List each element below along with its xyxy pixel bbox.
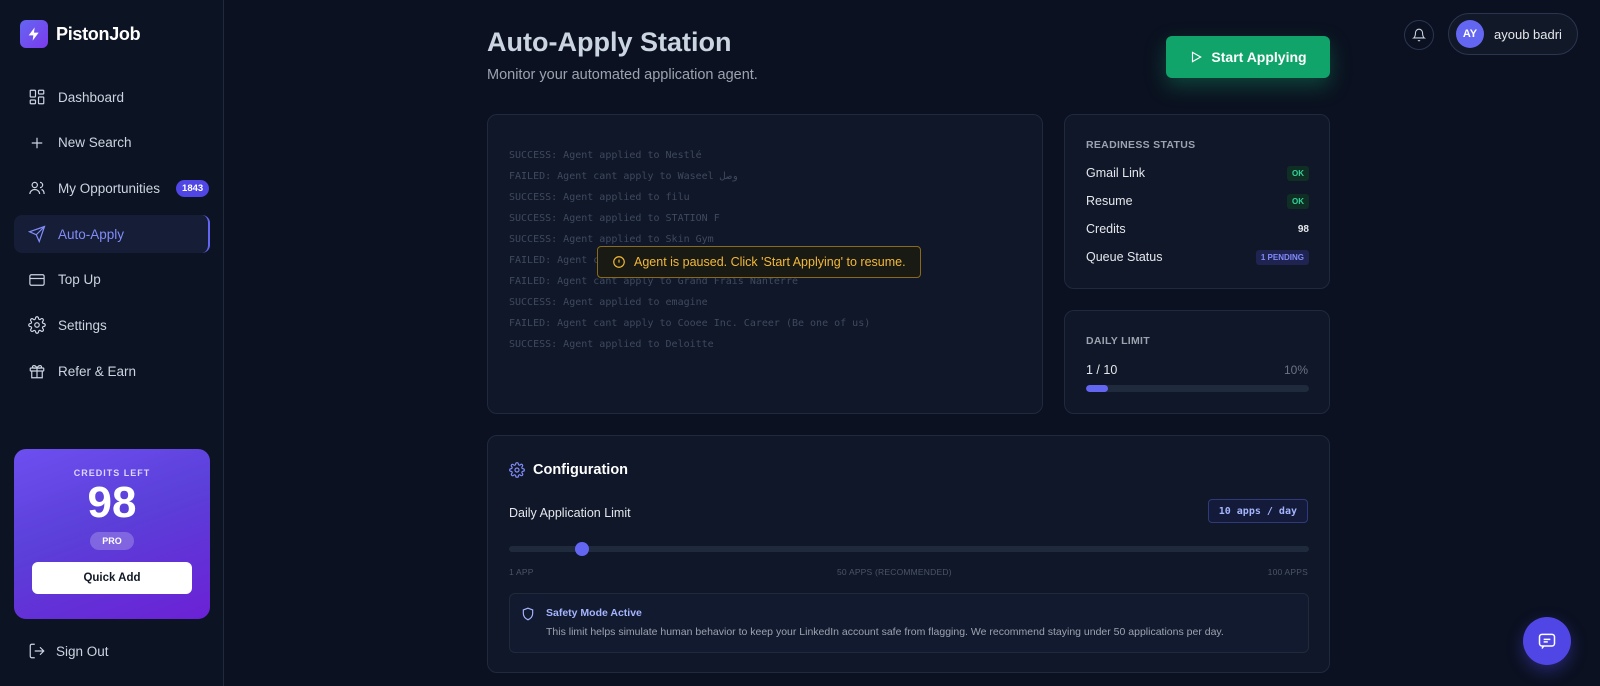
sidebar-item-label: Top Up bbox=[58, 272, 101, 288]
safety-mode-notice: Safety Mode Active This limit helps simu… bbox=[509, 593, 1309, 653]
configuration-title: Configuration bbox=[533, 462, 629, 478]
plus-icon bbox=[31, 137, 43, 148]
log-line: SUCCESS: Agent applied to filu bbox=[509, 192, 690, 203]
avatar: AY bbox=[1456, 20, 1484, 48]
apps-per-day-value: 10 apps / day bbox=[1207, 499, 1308, 523]
daily-limit-progress bbox=[1086, 385, 1309, 392]
log-line: SUCCESS: Agent applied to STATION F bbox=[509, 213, 720, 224]
sidebar-item-dashboard[interactable]: Dashboard bbox=[14, 78, 210, 116]
daily-limit-percent: 10% bbox=[1283, 363, 1308, 377]
opportunities-count-badge: 1843 bbox=[176, 179, 210, 197]
log-line: SUCCESS: Agent applied to Deloitte bbox=[509, 339, 714, 350]
credits-card: CREDITS LEFT 98 PRO Quick Add bbox=[14, 449, 210, 619]
readiness-list: Gmail Link OK Resume OK Credits 98 Queue… bbox=[1086, 159, 1309, 271]
sign-out-label: Sign Out bbox=[56, 643, 109, 659]
play-icon bbox=[1192, 51, 1203, 63]
sidebar-item-label: My Opportunities bbox=[58, 180, 161, 196]
sidebar-item-new-search[interactable]: New Search bbox=[14, 124, 210, 162]
credits-value: 98 bbox=[87, 478, 137, 527]
readiness-title: READINESS STATUS bbox=[1086, 139, 1196, 151]
alert-circle-icon bbox=[613, 256, 625, 268]
shield-icon bbox=[522, 607, 534, 621]
status-badge: OK bbox=[1287, 165, 1309, 181]
sidebar-nav: Dashboard New Search My Opportunities 18… bbox=[14, 78, 210, 398]
status-badge: OK bbox=[1287, 193, 1309, 209]
quick-add-button[interactable]: Quick Add bbox=[32, 562, 192, 594]
paused-alert-text: Agent is paused. Click 'Start Applying' … bbox=[634, 255, 906, 269]
send-icon bbox=[28, 225, 46, 244]
users-icon bbox=[29, 182, 45, 195]
readiness-row-label: Credits bbox=[1086, 222, 1126, 236]
log-line: FAILED: Agent cant apply to Waseel وصل bbox=[509, 171, 738, 182]
daily-limit-progress-fill bbox=[1086, 385, 1109, 392]
sidebar-item-label: Settings bbox=[58, 317, 107, 333]
gear-icon bbox=[509, 462, 525, 478]
sign-out-button[interactable]: Sign Out bbox=[28, 642, 109, 660]
start-applying-label: Start Applying bbox=[1211, 49, 1307, 65]
safety-mode-text: This limit helps simulate human behavior… bbox=[546, 626, 1224, 638]
daily-limit-title: DAILY LIMIT bbox=[1086, 335, 1150, 347]
readiness-row-resume: Resume OK bbox=[1086, 187, 1309, 215]
readiness-row-label: Gmail Link bbox=[1086, 166, 1146, 180]
logout-icon bbox=[29, 643, 45, 659]
configuration-header: Configuration bbox=[509, 462, 628, 478]
activity-log-panel: SUCCESS: Agent applied to Nestlé FAILED:… bbox=[487, 114, 1043, 414]
paused-alert: Agent is paused. Click 'Start Applying' … bbox=[597, 246, 921, 278]
sidebar-item-label: Auto-Apply bbox=[58, 226, 125, 242]
page-title: Auto-Apply Station bbox=[487, 27, 732, 57]
readiness-row-credits: Credits 98 bbox=[1086, 215, 1309, 243]
sidebar: PistonJob Dashboard New Search My Opport… bbox=[0, 0, 224, 686]
dashboard-icon bbox=[29, 89, 45, 105]
safety-mode-title: Safety Mode Active bbox=[546, 607, 642, 619]
log-line: FAILED: Agent cant apply to Cooee Inc. C… bbox=[509, 318, 871, 329]
credits-count: 98 bbox=[1297, 223, 1309, 235]
notifications-button[interactable] bbox=[1404, 20, 1434, 50]
sidebar-item-label: Dashboard bbox=[58, 89, 125, 105]
readiness-row-label: Resume bbox=[1086, 194, 1133, 208]
sidebar-item-my-opportunities[interactable]: My Opportunities 1843 bbox=[14, 169, 210, 207]
slider-mid-label: 50 APPS (RECOMMENDED) bbox=[837, 567, 952, 577]
readiness-row-label: Queue Status bbox=[1086, 250, 1163, 264]
sidebar-item-refer-earn[interactable]: Refer & Earn bbox=[14, 352, 210, 390]
slider-handle[interactable] bbox=[574, 542, 589, 556]
user-menu[interactable]: AY ayoub badri bbox=[1448, 13, 1578, 55]
daily-application-limit-label: Daily Application Limit bbox=[509, 506, 631, 520]
app-logo[interactable]: PistonJob bbox=[20, 20, 141, 48]
chat-button[interactable] bbox=[1523, 617, 1571, 665]
log-line: SUCCESS: Agent applied to emagine bbox=[509, 297, 708, 308]
slider-max-label: 100 APPS bbox=[1267, 567, 1308, 577]
plan-badge: PRO bbox=[90, 532, 134, 550]
daily-limit-count: 1 / 10 bbox=[1086, 363, 1118, 377]
user-name: ayoub badri bbox=[1494, 26, 1562, 42]
sidebar-item-label: Refer & Earn bbox=[58, 363, 137, 379]
daily-limit-slider[interactable] bbox=[509, 542, 1309, 556]
readiness-row-queue: Queue Status 1 PENDING bbox=[1086, 243, 1309, 271]
status-badge: 1 PENDING bbox=[1255, 249, 1309, 265]
chat-icon bbox=[1538, 633, 1556, 649]
start-applying-button[interactable]: Start Applying bbox=[1166, 36, 1330, 78]
gift-icon bbox=[29, 365, 45, 379]
sidebar-item-settings[interactable]: Settings bbox=[14, 306, 210, 344]
credit-card-icon bbox=[29, 273, 45, 286]
readiness-row-gmail: Gmail Link OK bbox=[1086, 159, 1309, 187]
daily-limit-panel: DAILY LIMIT 1 / 10 10% bbox=[1064, 310, 1330, 414]
configuration-panel: Configuration Daily Application Limit 10… bbox=[487, 435, 1330, 673]
slider-min-label: 1 APP bbox=[509, 567, 534, 577]
page-subtitle: Monitor your automated application agent… bbox=[487, 67, 758, 83]
app-name: PistonJob bbox=[56, 23, 141, 44]
lightning-icon bbox=[20, 20, 48, 48]
gear-icon bbox=[28, 316, 46, 335]
bell-icon bbox=[1412, 28, 1426, 42]
sidebar-item-top-up[interactable]: Top Up bbox=[14, 261, 210, 299]
log-line: SUCCESS: Agent applied to Nestlé bbox=[509, 150, 702, 161]
sidebar-item-auto-apply[interactable]: Auto-Apply bbox=[14, 215, 210, 254]
readiness-status-panel: READINESS STATUS Gmail Link OK Resume OK… bbox=[1064, 114, 1330, 289]
sidebar-item-label: New Search bbox=[58, 135, 132, 151]
credits-label: CREDITS LEFT bbox=[73, 468, 151, 478]
